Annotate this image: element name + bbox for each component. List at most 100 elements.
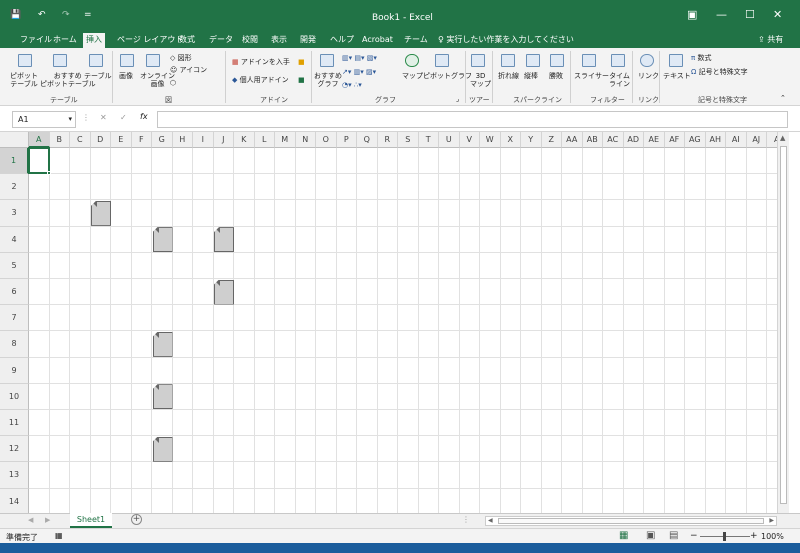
column-header[interactable]: B (49, 132, 70, 148)
note-shape[interactable] (152, 227, 173, 253)
column-header[interactable]: AB (582, 132, 603, 148)
column-header[interactable]: Y (521, 132, 542, 148)
sparkline-line-button[interactable]: 折れ線 (498, 72, 519, 80)
column-header[interactable]: R (377, 132, 398, 148)
column-header[interactable]: AG (685, 132, 706, 148)
shapes-button[interactable]: ◇ 図形 (170, 54, 192, 62)
horizontal-scroll-thumb[interactable] (498, 518, 764, 524)
column-header[interactable]: N (295, 132, 316, 148)
column-header[interactable]: AD (623, 132, 644, 148)
text-button[interactable]: テキスト (663, 72, 691, 80)
row-header[interactable]: 5 (0, 252, 29, 279)
tab-data[interactable]: データ (209, 33, 233, 48)
note-shape[interactable] (214, 227, 234, 253)
tab-help[interactable]: ヘルプ (330, 33, 354, 48)
enter-icon[interactable]: ✓ (120, 113, 127, 122)
equation-button[interactable]: π 数式 (691, 54, 711, 62)
my-addins-button[interactable]: ◆ 個人用アドイン (232, 76, 289, 84)
name-box[interactable]: A1 ▾ (12, 111, 76, 128)
tab-home[interactable]: ホーム (53, 33, 77, 48)
zoom-out-icon[interactable]: − (690, 531, 698, 541)
zoom-slider-thumb[interactable] (723, 532, 726, 541)
vertical-scrollbar[interactable]: ▲ (777, 132, 789, 513)
zoom-level[interactable]: 100% (761, 532, 784, 541)
vertical-scroll-thumb[interactable] (780, 146, 787, 504)
row-header[interactable]: 6 (0, 279, 29, 306)
slicer-button[interactable]: スライサー (574, 72, 609, 80)
column-header[interactable]: L (254, 132, 275, 148)
row-header[interactable]: 11 (0, 410, 29, 437)
next-sheet-icon[interactable]: ▶ (45, 516, 50, 524)
add-sheet-icon[interactable]: + (131, 514, 142, 525)
bing-maps-icon[interactable]: ■ (298, 58, 305, 66)
horizontal-scrollbar[interactable]: ◀ ▶ (485, 516, 777, 526)
tab-developer[interactable]: 開発 (300, 33, 316, 48)
get-addins-button[interactable]: ▦ アドインを入手 (232, 58, 290, 66)
column-chart-icon[interactable]: ▥▾ ▤▾ ▧▾ (342, 54, 377, 62)
column-header[interactable]: A (29, 132, 50, 148)
3d-model-icon[interactable]: ⬡ (170, 79, 176, 87)
column-header[interactable]: U (439, 132, 460, 148)
column-header[interactable]: S (398, 132, 419, 148)
splitter-icon[interactable]: ⋮ (462, 515, 470, 524)
column-header[interactable]: H (172, 132, 193, 148)
column-header[interactable]: W (480, 132, 501, 148)
column-header[interactable]: E (111, 132, 132, 148)
tab-formulas[interactable]: 数式 (179, 33, 195, 48)
cancel-icon[interactable]: ✕ (100, 113, 107, 122)
column-header[interactable]: T (418, 132, 439, 148)
zoom-in-icon[interactable]: + (750, 531, 758, 541)
tab-view[interactable]: 表示 (271, 33, 287, 48)
column-header[interactable]: Z (541, 132, 562, 148)
ribbon-display-options-icon[interactable]: ▣ (687, 8, 697, 21)
column-header[interactable]: A (767, 132, 777, 148)
row-header[interactable]: 3 (0, 200, 29, 227)
page-layout-view-icon[interactable]: ▣ (646, 530, 655, 541)
sheet-tab[interactable]: Sheet1 (70, 513, 112, 528)
column-header[interactable]: AE (644, 132, 665, 148)
maximize-icon[interactable]: ☐ (745, 8, 755, 21)
undo-icon[interactable]: ↶ (38, 10, 46, 20)
table-button[interactable]: テーブル (84, 72, 112, 80)
column-header[interactable]: AA (562, 132, 583, 148)
scroll-up-icon[interactable]: ▲ (780, 134, 785, 142)
chevron-down-icon[interactable]: ▾ (68, 115, 72, 123)
tab-file[interactable]: ファイル (20, 33, 52, 48)
column-header[interactable]: X (500, 132, 521, 148)
normal-view-icon[interactable]: ▦ (619, 530, 628, 541)
column-header[interactable]: AJ (746, 132, 767, 148)
tab-insert[interactable]: 挿入 (83, 33, 105, 48)
fill-handle[interactable] (46, 171, 51, 176)
column-header[interactable]: F (131, 132, 152, 148)
recommended-chart-button[interactable]: おすすめ グラフ (314, 72, 342, 88)
tab-team[interactable]: チーム (404, 33, 428, 48)
column-header[interactable]: O (316, 132, 337, 148)
customize-qat-icon[interactable]: = (84, 10, 92, 20)
formula-input[interactable] (157, 111, 788, 128)
redo-icon[interactable]: ↷ (62, 10, 70, 20)
row-header[interactable]: 2 (0, 174, 29, 201)
chart-dialog-launcher-icon[interactable]: ⌟ (456, 95, 459, 103)
column-header[interactable]: AH (705, 132, 726, 148)
column-header[interactable]: M (275, 132, 296, 148)
map-button[interactable]: マップ (402, 72, 423, 80)
note-shape[interactable] (152, 331, 173, 357)
share-button[interactable]: ⇪ 共有 (758, 33, 783, 48)
prev-sheet-icon[interactable]: ◀ (28, 516, 33, 524)
column-header[interactable]: Q (357, 132, 378, 148)
scroll-right-icon[interactable]: ▶ (769, 517, 774, 524)
column-header[interactable]: P (336, 132, 357, 148)
page-break-view-icon[interactable]: ▤ (669, 530, 678, 541)
pivot-table-button[interactable]: ピボット テーブル (10, 72, 38, 88)
column-header[interactable]: C (70, 132, 91, 148)
image-button[interactable]: 画像 (119, 72, 133, 80)
icons-button[interactable]: ☺ アイコン (170, 66, 207, 74)
close-icon[interactable]: ✕ (773, 8, 782, 21)
note-shape[interactable] (152, 436, 173, 462)
timeline-button[interactable]: タイム ライン (609, 72, 630, 88)
line-chart-icon[interactable]: ↗▾ ▥▾ ▨▾ (342, 68, 376, 76)
column-header[interactable]: J (213, 132, 234, 148)
sparkline-column-button[interactable]: 縦棒 (524, 72, 538, 80)
active-cell[interactable] (28, 147, 51, 176)
save-icon[interactable]: 💾 (10, 10, 21, 20)
